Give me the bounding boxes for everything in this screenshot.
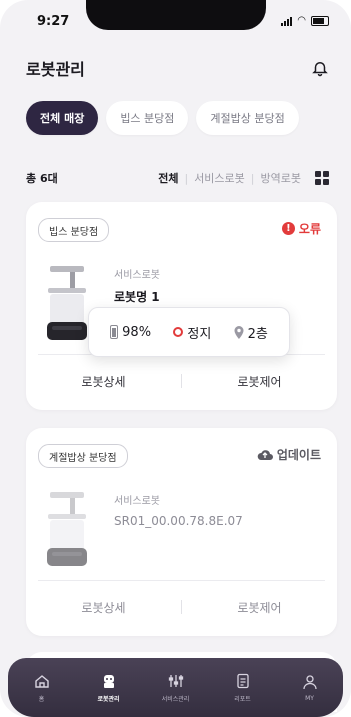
tab-service-management[interactable]: 서비스관리 — [148, 673, 204, 703]
filter-service-robot[interactable]: 서비스로봇 — [194, 170, 245, 186]
status-badge: 업데이트 — [257, 446, 321, 463]
report-icon — [236, 673, 249, 688]
signal-icon — [281, 16, 293, 26]
grid-view-icon[interactable] — [315, 171, 329, 185]
robot-image — [47, 492, 87, 566]
run-status: 정지 — [173, 323, 211, 342]
card-actions: 로봇상세 로봇제어 — [26, 578, 337, 636]
filter-divider: | — [184, 171, 189, 185]
home-icon — [34, 674, 49, 688]
floor-location: 2층 — [234, 323, 268, 342]
type-filters: 전체 | 서비스로봇 | 방역로봇 — [158, 170, 329, 186]
robot-detail-button[interactable]: 로봇상세 — [26, 599, 181, 616]
filter-divider: | — [250, 171, 255, 185]
chip-store-season[interactable]: 계절밥상 분당점 — [196, 101, 299, 135]
store-tag: 빕스 분당점 — [38, 218, 110, 242]
filter-all[interactable]: 전체 — [158, 170, 178, 186]
robot-type: 서비스로봇 — [114, 270, 160, 281]
filter-disinfection-robot[interactable]: 방역로봇 — [261, 170, 301, 186]
page-header: 로봇관리 — [26, 56, 329, 80]
wifi-icon: ◠ — [297, 15, 306, 26]
stop-icon — [173, 327, 184, 337]
user-icon — [302, 674, 317, 689]
tab-report[interactable]: 리포트 — [215, 673, 271, 703]
battery-status-icon — [311, 15, 329, 26]
tab-label: 서비스관리 — [161, 695, 190, 703]
location-pin-icon — [234, 325, 244, 339]
chip-store-vips[interactable]: 빕스 분당점 — [106, 101, 189, 135]
phone-screen: 9:27 ◠ 로봇관리 전체 매장 빕스 분당점 계절밥상 분당점 총 6대 전… — [0, 0, 351, 717]
store-tag: 계절밥상 분당점 — [38, 444, 128, 468]
cloud-upload-icon — [257, 449, 273, 460]
tab-label: 로봇관리 — [97, 695, 120, 703]
bottom-tab-bar: 홈 로봇관리 서비스관리 리포트 MY — [8, 658, 343, 717]
battery-icon — [110, 325, 119, 339]
run-status-value: 정지 — [187, 326, 212, 342]
robot-name: SR01_00.00.78.8E.07 — [114, 514, 243, 528]
battery-level: 98% — [110, 325, 151, 340]
robot-icon — [103, 674, 114, 688]
status-icons: ◠ — [281, 15, 329, 26]
robot-card: 빕스 분당점 ! 오류 서비스로봇 로봇명 1 로봇상세 로봇제어 — [26, 202, 337, 410]
tab-home[interactable]: 홈 — [14, 673, 70, 703]
alert-icon: ! — [281, 222, 295, 235]
robot-control-button[interactable]: 로봇제어 — [182, 599, 337, 616]
robot-card: 계절밥상 분당점 업데이트 서비스로봇 SR01_00.00.78.8E.07 … — [26, 428, 337, 636]
bell-icon[interactable] — [311, 59, 329, 77]
device-notch — [86, 0, 266, 30]
page-title: 로봇관리 — [26, 60, 85, 79]
robot-type: 서비스로봇 — [114, 496, 160, 507]
tab-label: 리포트 — [234, 695, 251, 703]
floor-value: 2층 — [247, 326, 268, 342]
status-text: 업데이트 — [276, 448, 321, 462]
robot-status-popup: 98% 정지 2층 — [88, 307, 290, 357]
status-time: 9:27 — [37, 14, 70, 29]
tab-label: MY — [305, 694, 314, 702]
robot-detail-button[interactable]: 로봇상세 — [26, 373, 181, 390]
robot-count: 총 6대 — [26, 172, 58, 185]
tab-robot-management[interactable]: 로봇관리 — [81, 673, 137, 703]
status-text: 오류 — [298, 222, 321, 236]
filter-row: 총 6대 전체 | 서비스로봇 | 방역로봇 — [26, 170, 329, 186]
robot-name: 로봇명 1 — [114, 290, 160, 304]
tab-label: 홈 — [38, 695, 45, 703]
store-chips: 전체 매장 빕스 분당점 계절밥상 분당점 — [26, 101, 299, 135]
tab-my[interactable]: MY — [282, 674, 338, 702]
robot-image — [47, 266, 87, 340]
robot-control-button[interactable]: 로봇제어 — [182, 373, 337, 390]
card-actions: 로봇상세 로봇제어 — [26, 352, 337, 410]
status-badge: ! 오류 — [281, 220, 321, 237]
sliders-icon — [168, 674, 183, 687]
battery-value: 98% — [122, 324, 152, 340]
chip-all-stores[interactable]: 전체 매장 — [26, 101, 99, 135]
